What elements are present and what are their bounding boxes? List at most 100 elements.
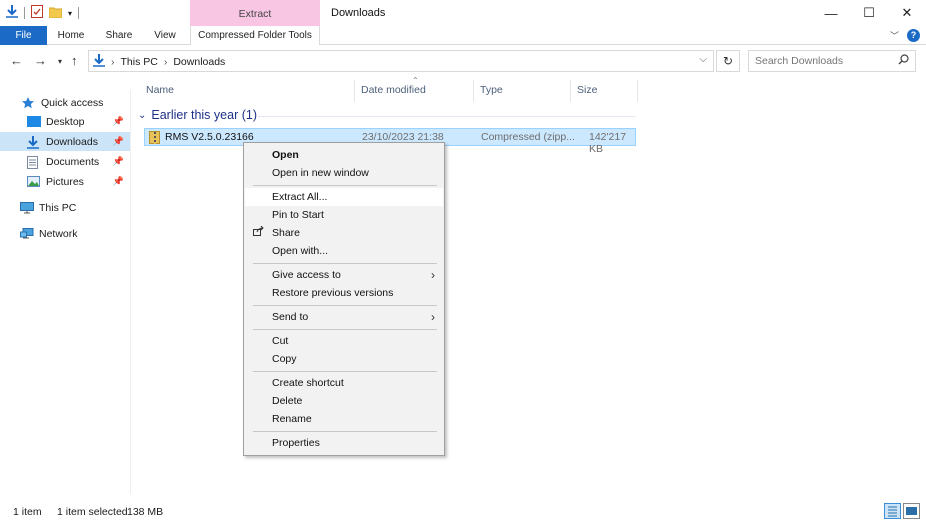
details-view-icon[interactable] bbox=[884, 503, 901, 519]
refresh-button[interactable]: ↻ bbox=[716, 50, 740, 72]
address-dropdown-icon[interactable]: ⌵ bbox=[699, 54, 707, 65]
file-name: RMS V2.5.0.23166 bbox=[165, 131, 254, 143]
search-icon[interactable] bbox=[898, 54, 909, 68]
menu-separator bbox=[253, 263, 437, 264]
search-box[interactable] bbox=[748, 50, 916, 72]
customize-toolbar-icon[interactable]: ▾ bbox=[68, 9, 72, 18]
menu-separator bbox=[253, 329, 437, 330]
pin-icon[interactable]: 📌 bbox=[113, 116, 124, 127]
sidebar-item-label: Downloads bbox=[46, 135, 98, 148]
ribbon-right-controls: ﹀ ? bbox=[890, 29, 920, 42]
tab-share[interactable]: Share bbox=[99, 26, 139, 45]
forward-arrow-icon[interactable]: → bbox=[34, 53, 47, 68]
address-bar[interactable]: › This PC › Downloads ⌵ bbox=[88, 50, 714, 72]
search-input[interactable] bbox=[755, 52, 895, 70]
pin-icon[interactable]: 📌 bbox=[113, 156, 124, 167]
maximize-button[interactable]: ☐ bbox=[850, 0, 888, 26]
extract-context-tab-header: Extract bbox=[190, 0, 320, 27]
menu-item-restore-previous-versions[interactable]: Restore previous versions bbox=[245, 284, 443, 302]
tab-file[interactable]: File bbox=[0, 26, 47, 45]
menu-item-copy[interactable]: Copy bbox=[245, 350, 443, 368]
collapse-chevron-icon[interactable]: ⌄ bbox=[138, 110, 146, 121]
sidebar-item-label: Quick access bbox=[41, 96, 104, 109]
recent-locations-chevron-icon[interactable]: ▾ bbox=[58, 57, 62, 66]
breadcrumb-downloads[interactable]: Downloads bbox=[173, 56, 225, 68]
navigation-bar: ← → ▾ ↑ › This PC › Downloads ⌵ ↻ bbox=[0, 47, 926, 75]
status-selected-count: 1 item selected bbox=[57, 506, 128, 518]
tab-view[interactable]: View bbox=[145, 26, 185, 45]
download-arrow-icon[interactable] bbox=[6, 5, 18, 21]
menu-item-properties[interactable]: Properties bbox=[245, 434, 443, 452]
view-switcher bbox=[884, 503, 920, 519]
sidebar-item-label: Desktop bbox=[46, 115, 85, 128]
menu-item-open-new-window[interactable]: Open in new window bbox=[245, 164, 443, 182]
sidebar-item-documents[interactable]: Documents 📌 bbox=[0, 152, 130, 171]
sidebar-item-pictures[interactable]: Pictures 📌 bbox=[0, 172, 130, 191]
menu-item-send-to[interactable]: Send to › bbox=[245, 308, 443, 326]
star-icon bbox=[22, 96, 36, 109]
menu-item-extract-all[interactable]: Extract All... bbox=[245, 188, 443, 206]
group-header[interactable]: ⌄ Earlier this year (1) bbox=[138, 108, 257, 122]
network-icon bbox=[20, 227, 34, 240]
help-icon[interactable]: ? bbox=[907, 29, 920, 42]
menu-separator bbox=[253, 371, 437, 372]
sidebar-item-label: Documents bbox=[46, 155, 100, 168]
sidebar-item-network[interactable]: Network bbox=[0, 224, 130, 243]
breadcrumb-separator-icon[interactable]: › bbox=[111, 56, 115, 68]
menu-item-label: Give access to bbox=[272, 269, 341, 281]
pin-icon[interactable]: 📌 bbox=[113, 136, 124, 147]
sidebar-item-this-pc[interactable]: This PC bbox=[0, 198, 130, 217]
minimize-button[interactable]: — bbox=[812, 0, 850, 26]
sidebar-item-desktop[interactable]: Desktop 📌 bbox=[0, 112, 130, 131]
menu-item-open-with[interactable]: Open with... bbox=[245, 242, 443, 260]
menu-separator bbox=[253, 305, 437, 306]
status-bar: 1 item 1 item selected 138 MB bbox=[0, 502, 926, 522]
status-selected-size: 138 MB bbox=[127, 506, 164, 518]
menu-item-open[interactable]: Open bbox=[245, 146, 443, 164]
column-header-size[interactable]: Size bbox=[571, 80, 638, 102]
breadcrumb-separator-icon[interactable]: › bbox=[164, 56, 168, 68]
sidebar-item-quick-access[interactable]: Quick access bbox=[0, 93, 130, 112]
properties-icon[interactable] bbox=[31, 5, 43, 21]
group-label: Earlier this year (1) bbox=[151, 108, 257, 122]
title-bar: ▾ Extract Downloads — ☐ ✕ bbox=[0, 0, 926, 27]
toolbar-divider bbox=[78, 7, 80, 19]
sidebar-item-label: Network bbox=[39, 227, 78, 240]
menu-item-label: Send to bbox=[272, 311, 309, 323]
menu-item-rename[interactable]: Rename bbox=[245, 410, 443, 428]
menu-item-cut[interactable]: Cut bbox=[245, 332, 443, 350]
menu-item-give-access-to[interactable]: Give access to › bbox=[245, 266, 443, 284]
sidebar-item-label: This PC bbox=[39, 201, 77, 214]
menu-item-pin-to-start[interactable]: Pin to Start bbox=[245, 206, 443, 224]
navigation-pane: Quick access Desktop 📌 Downloads 📌 Docum… bbox=[0, 90, 131, 494]
up-arrow-icon[interactable]: ↑ bbox=[71, 53, 78, 68]
column-header-type[interactable]: Type bbox=[474, 80, 571, 102]
close-button[interactable]: ✕ bbox=[888, 0, 926, 26]
menu-item-share[interactable]: Share bbox=[245, 224, 443, 242]
file-size: 142'217 KB bbox=[589, 131, 627, 155]
menu-item-create-shortcut[interactable]: Create shortcut bbox=[245, 374, 443, 392]
ribbon-tabs: File Home Share View Compressed Folder T… bbox=[0, 26, 926, 45]
sidebar-item-label: Pictures bbox=[46, 175, 84, 188]
status-item-count: 1 item bbox=[13, 506, 42, 518]
share-icon bbox=[253, 224, 264, 242]
sidebar-item-downloads[interactable]: Downloads 📌 bbox=[0, 132, 130, 151]
download-icon bbox=[27, 135, 41, 149]
toolbar-divider bbox=[24, 7, 25, 19]
tab-home[interactable]: Home bbox=[51, 26, 91, 45]
submenu-chevron-icon: › bbox=[431, 310, 435, 324]
large-icons-view-icon[interactable] bbox=[903, 503, 920, 519]
context-menu: Open Open in new window Extract All... P… bbox=[243, 142, 445, 456]
breadcrumb-this-pc[interactable]: This PC bbox=[121, 56, 158, 68]
back-arrow-icon[interactable]: ← bbox=[10, 53, 23, 68]
expand-ribbon-icon[interactable]: ﹀ bbox=[890, 29, 899, 42]
desktop-icon bbox=[27, 115, 41, 128]
tab-compressed-folder-tools[interactable]: Compressed Folder Tools bbox=[190, 26, 320, 45]
pictures-icon bbox=[27, 175, 41, 188]
quick-access-toolbar: ▾ bbox=[6, 5, 80, 21]
pin-icon[interactable]: 📌 bbox=[113, 176, 124, 187]
new-folder-icon[interactable] bbox=[48, 6, 63, 21]
menu-item-delete[interactable]: Delete bbox=[245, 392, 443, 410]
column-header-name[interactable]: Name bbox=[140, 80, 355, 102]
menu-separator bbox=[253, 431, 437, 432]
